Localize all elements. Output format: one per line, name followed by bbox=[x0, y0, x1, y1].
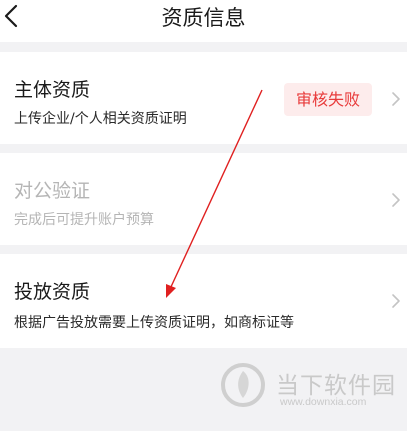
card-title: 投放资质 bbox=[14, 281, 91, 303]
qualification-card-corporate-verification[interactable]: 对公验证 完成后可提升账户预算 bbox=[0, 153, 407, 245]
status-badge: 审核失败 bbox=[284, 83, 372, 116]
chevron-right-icon bbox=[392, 92, 400, 106]
qualification-card-ad-placement[interactable]: 投放资质 根据广告投放需要上传资质证明，如商标证等 bbox=[0, 254, 407, 348]
qualification-card-subject[interactable]: 主体资质 上传企业/个人相关资质证明 审核失败 bbox=[0, 52, 407, 144]
watermark: 当下软件园 www.downxia.com bbox=[220, 358, 400, 413]
watermark-url: www.downxia.com bbox=[280, 396, 367, 408]
card-subtitle: 上传企业/个人相关资质证明 bbox=[14, 111, 187, 127]
page-title: 资质信息 bbox=[161, 6, 246, 30]
watermark-logo-icon bbox=[221, 363, 265, 407]
card-subtitle: 完成后可提升账户预算 bbox=[14, 212, 154, 228]
card-title: 主体资质 bbox=[14, 79, 91, 101]
nav-bar: 资质信息 bbox=[0, 0, 407, 42]
chevron-right-icon bbox=[392, 294, 400, 308]
card-subtitle: 根据广告投放需要上传资质证明，如商标证等 bbox=[14, 315, 294, 331]
chevron-right-icon bbox=[392, 193, 400, 207]
watermark-name: 当下软件园 bbox=[276, 373, 396, 399]
card-title: 对公验证 bbox=[14, 180, 91, 202]
